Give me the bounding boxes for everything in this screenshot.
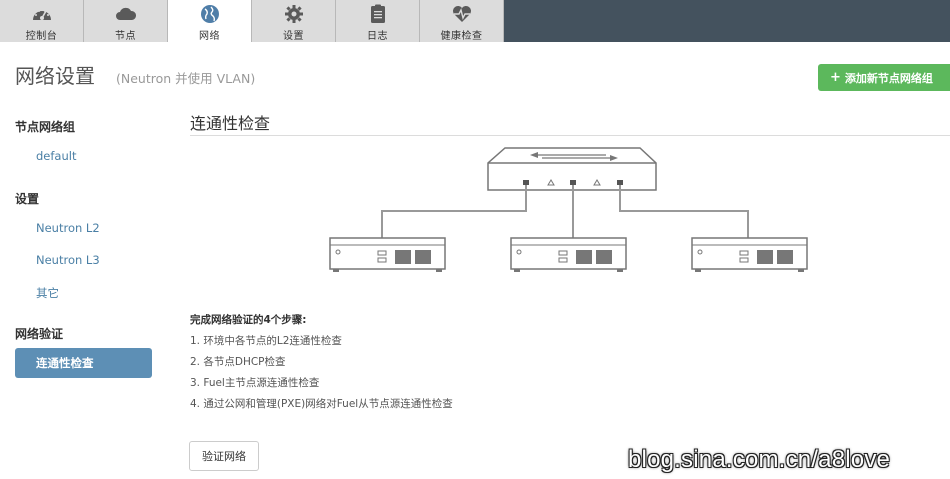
network-topology-diagram [329, 147, 808, 272]
cloud-icon [115, 4, 137, 24]
add-node-network-group-label: 添加新节点网络组 [844, 71, 933, 85]
globe-icon [199, 4, 221, 24]
tab-health-check-label: 健康检查 [440, 31, 483, 42]
switch-icon [487, 147, 657, 191]
section-divider [190, 135, 950, 136]
section-title: 连通性检查 [190, 114, 271, 133]
server-icon [329, 237, 446, 272]
top-navigation-bar: 控制台 节点 网络 设置 日志 健康检查 [0, 0, 950, 42]
dashboard-icon [31, 4, 53, 24]
sidebar-item-neutron-l3[interactable]: Neutron L3 [36, 253, 100, 267]
tab-network-label: 网络 [199, 31, 220, 42]
tab-settings-label: 设置 [283, 31, 304, 42]
page-title: 网络设置 [15, 64, 95, 88]
sidebar-item-default[interactable]: default [36, 149, 76, 163]
watermark-text: blog.sina.com.cn/a8love [628, 446, 891, 473]
tab-nodes-label: 节点 [115, 31, 136, 42]
plus-icon: + [830, 70, 841, 85]
step-item: 1. 环境中各节点的L2连通性检查 [190, 335, 342, 347]
sidebar-item-neutron-l2[interactable]: Neutron L2 [36, 221, 100, 235]
server-icon [510, 237, 627, 272]
step-item: 3. Fuel主节点源连通性检查 [190, 377, 320, 389]
tab-logs-label: 日志 [367, 31, 388, 42]
page-subtitle: (Neutron 并使用 VLAN) [116, 71, 256, 86]
sidebar-heading-settings: 设置 [15, 192, 40, 206]
tab-dashboard[interactable]: 控制台 [0, 0, 84, 42]
tab-logs[interactable]: 日志 [336, 0, 420, 42]
step-item: 2. 各节点DHCP检查 [190, 356, 286, 368]
steps-title: 完成网络验证的4个步骤: [190, 314, 307, 326]
tab-health-check[interactable]: 健康检查 [420, 0, 504, 42]
sidebar-item-other[interactable]: 其它 [36, 285, 59, 301]
tab-nodes[interactable]: 节点 [84, 0, 168, 42]
add-node-network-group-button[interactable]: + 添加新节点网络组 [818, 64, 950, 91]
clipboard-icon [367, 4, 389, 24]
step-item: 4. 通过公网和管理(PXE)网络对Fuel从节点源连通性检查 [190, 398, 453, 410]
tab-dashboard-label: 控制台 [25, 31, 58, 42]
sidebar-heading-network-verification: 网络验证 [15, 327, 64, 341]
sidebar-heading-node-network-groups: 节点网络组 [15, 120, 76, 134]
tab-network[interactable]: 网络 [168, 0, 252, 42]
verify-network-button[interactable]: 验证网络 [189, 441, 259, 471]
main-tabs: 控制台 节点 网络 设置 日志 健康检查 [0, 0, 504, 42]
sidebar-item-connectivity-check[interactable]: 连通性检查 [15, 348, 152, 378]
tab-settings[interactable]: 设置 [252, 0, 336, 42]
gear-icon [283, 4, 305, 24]
server-icon [691, 237, 808, 272]
heart-pulse-icon [451, 4, 473, 24]
